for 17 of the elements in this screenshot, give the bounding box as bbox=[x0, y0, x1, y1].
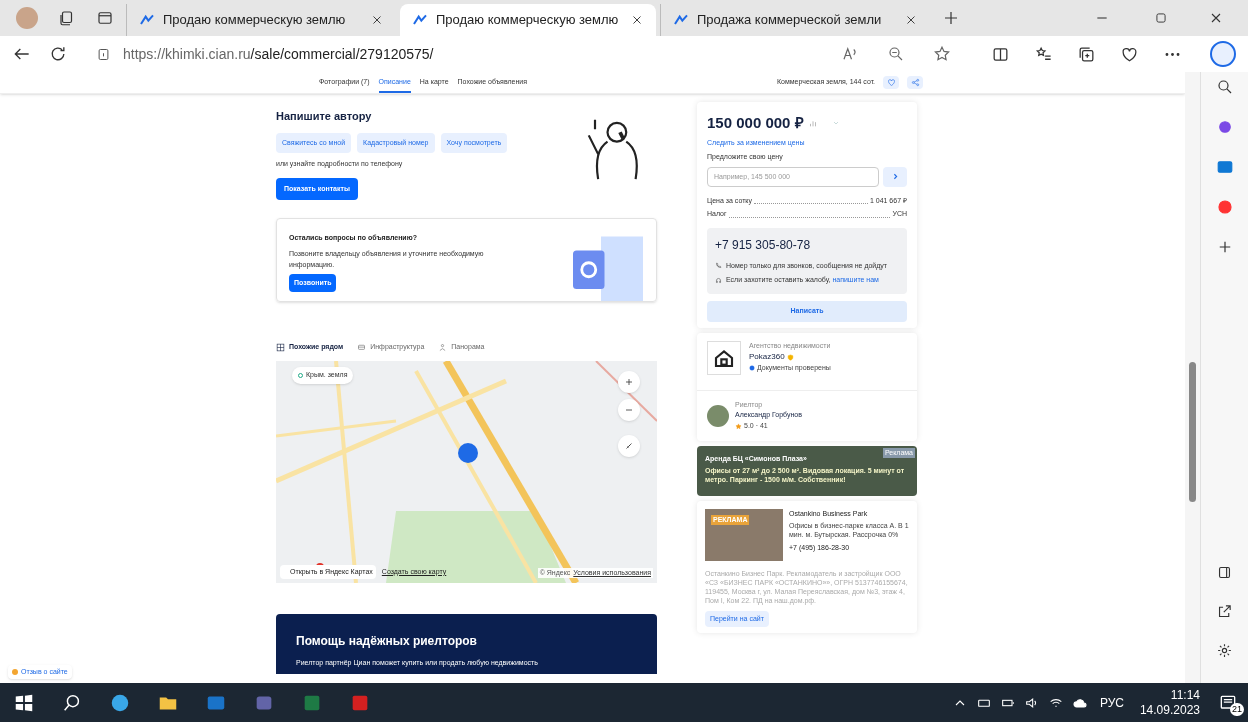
address-bar[interactable]: https://khimki.cian.ru/sale/commercial/279120575/ bbox=[84, 40, 971, 68]
tab-title: Продаю коммерческую землю bbox=[163, 11, 347, 30]
price-text: 150 000 000 ₽ bbox=[707, 113, 804, 133]
notification-count: 21 bbox=[1230, 702, 1244, 716]
promo-title: Помощь надёжных риелторов bbox=[296, 633, 478, 650]
section-title: Напишите автору bbox=[276, 109, 373, 124]
language-indicator[interactable]: РУС bbox=[1099, 693, 1124, 712]
tab-title: Продажа коммерческой земли bbox=[697, 11, 883, 30]
clock-time: 11:14 bbox=[1170, 687, 1200, 703]
browser-tab[interactable]: Продаю коммерческую землю bbox=[400, 4, 656, 36]
clock-date: 14.09.2023 bbox=[1139, 702, 1200, 718]
clock[interactable]: 11:14 14.09.2023 bbox=[1139, 687, 1200, 718]
agency-name: Pokaz360 bbox=[749, 351, 785, 363]
phone-number: +7 915 305-80-78 bbox=[715, 236, 812, 254]
url-text: https://khimki.cian.ru/sale/commercial/279120575/ bbox=[123, 44, 434, 64]
tab-title: Продаю коммерческую землю bbox=[436, 11, 620, 30]
notifications-button[interactable]: 21 bbox=[1208, 683, 1248, 722]
